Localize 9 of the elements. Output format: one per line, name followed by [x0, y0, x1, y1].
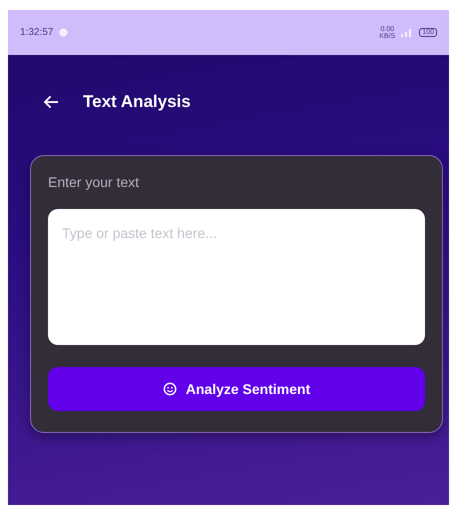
text-input-field[interactable]: Type or paste text here...	[48, 209, 425, 345]
notification-icon	[59, 28, 68, 37]
input-label: Enter your text	[48, 174, 140, 190]
smiley-icon	[162, 382, 177, 396]
signal-icon	[401, 28, 414, 36]
analyze-button[interactable]: Analyze Sentiment	[48, 367, 425, 411]
screen-title: Text Analysis	[83, 92, 191, 112]
clock: 1:32:57	[20, 27, 54, 38]
back-icon[interactable]	[44, 95, 59, 109]
